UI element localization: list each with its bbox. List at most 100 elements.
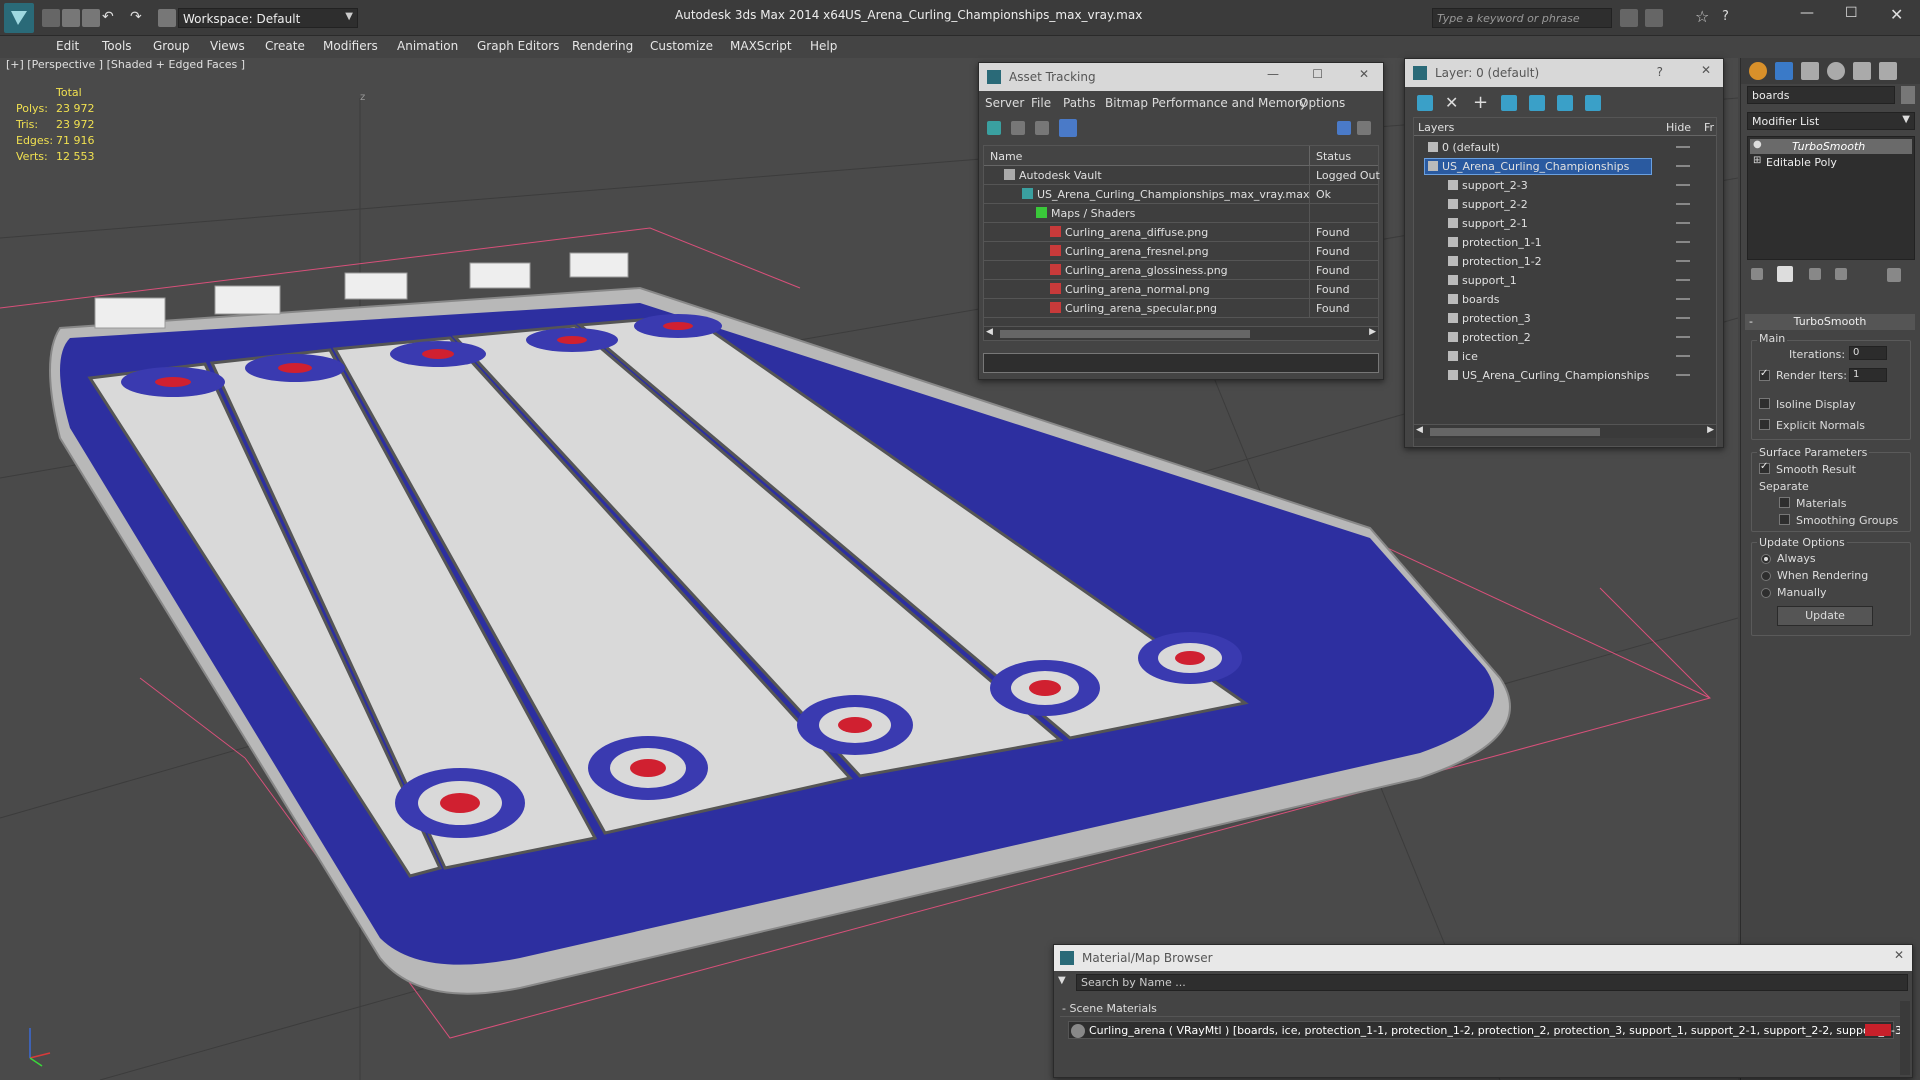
settings-icon[interactable]: [1357, 121, 1371, 135]
open-file-icon[interactable]: [62, 9, 80, 27]
layer-explorer-titlebar[interactable]: Layer: 0 (default) ? ✕: [1405, 59, 1723, 87]
menu-help[interactable]: Help: [810, 39, 837, 53]
when-rendering-radio[interactable]: [1761, 571, 1771, 581]
binoculars-icon[interactable]: [1620, 9, 1638, 27]
asset-row[interactable]: US_Arena_Curling_Championships_max_vray.…: [984, 185, 1378, 204]
layer-row[interactable]: US_Arena_Curling_Championships: [1414, 157, 1716, 176]
menu-modifiers[interactable]: Modifiers: [323, 39, 378, 53]
asset-row[interactable]: Curling_arena_glossiness.png Found: [984, 261, 1378, 280]
hide-toggle[interactable]: [1676, 165, 1690, 167]
asset-row[interactable]: Curling_arena_diffuse.png Found: [984, 223, 1378, 242]
scroll-left-icon[interactable]: ◀: [986, 327, 993, 337]
layer-row[interactable]: ice: [1414, 347, 1716, 366]
hide-toggle[interactable]: [1676, 146, 1690, 148]
menu-maxscript[interactable]: MAXScript: [730, 39, 792, 53]
column-layers-header[interactable]: Layers: [1418, 121, 1454, 134]
iterations-spinner[interactable]: 0: [1849, 346, 1887, 360]
menu-animation[interactable]: Animation: [397, 39, 458, 53]
menu-options[interactable]: Options: [1299, 96, 1345, 110]
list-view-icon[interactable]: [1011, 121, 1025, 135]
layer-row[interactable]: boards: [1414, 290, 1716, 309]
column-hide-header[interactable]: Hide: [1666, 121, 1691, 134]
maximize-icon[interactable]: ☐: [1845, 5, 1863, 23]
modifier-list-dropdown[interactable]: Modifier List ▼: [1747, 112, 1915, 130]
freeze-all-icon[interactable]: [1585, 95, 1601, 111]
menu-file[interactable]: File: [1031, 96, 1051, 110]
render-iters-checkbox[interactable]: [1759, 368, 1770, 381]
asset-tracking-titlebar[interactable]: Asset Tracking — ☐ ✕: [979, 63, 1383, 91]
redo-icon[interactable]: ↷: [130, 9, 148, 27]
hide-toggle[interactable]: [1676, 298, 1690, 300]
remove-modifier-icon[interactable]: [1835, 268, 1847, 280]
update-button[interactable]: Update: [1777, 606, 1873, 626]
smoothing-groups-checkbox[interactable]: [1779, 514, 1790, 525]
minimize-icon[interactable]: —: [1800, 5, 1818, 23]
turbosmooth-rollout-header[interactable]: - TurboSmooth: [1745, 314, 1915, 330]
help-icon[interactable]: ?: [1657, 65, 1663, 79]
hide-toggle[interactable]: [1676, 241, 1690, 243]
material-search-field[interactable]: Search by Name ...: [1076, 974, 1908, 991]
hide-toggle[interactable]: [1676, 184, 1690, 186]
asset-row[interactable]: Curling_arena_normal.png Found: [984, 280, 1378, 299]
hide-toggle[interactable]: [1676, 260, 1690, 262]
isoline-checkbox[interactable]: [1759, 398, 1770, 409]
hide-toggle[interactable]: [1676, 374, 1690, 376]
menu-tools[interactable]: Tools: [102, 39, 132, 53]
hide-toggle[interactable]: [1676, 203, 1690, 205]
scroll-thumb[interactable]: [1000, 330, 1250, 338]
stack-item-turbosmooth[interactable]: ● TurboSmooth: [1750, 139, 1912, 154]
vertical-scrollbar[interactable]: [1900, 1001, 1910, 1075]
refresh-icon[interactable]: [987, 121, 1001, 135]
layer-row[interactable]: US_Arena_Curling_Championships: [1414, 366, 1716, 385]
modify-tab-icon[interactable]: [1775, 62, 1793, 80]
horizontal-scrollbar[interactable]: ◀ ▶: [1414, 424, 1716, 438]
layer-row[interactable]: 0 (default): [1414, 138, 1716, 157]
object-name-field[interactable]: boards: [1747, 86, 1895, 104]
menu-graph-editors[interactable]: Graph Editors: [477, 39, 559, 53]
browser-options-icon[interactable]: ▼: [1058, 975, 1072, 989]
menu-customize[interactable]: Customize: [650, 39, 713, 53]
render-iters-spinner[interactable]: 1: [1849, 368, 1887, 382]
lightbulb-icon[interactable]: ●: [1753, 139, 1762, 150]
pin-stack-icon[interactable]: [1751, 268, 1763, 280]
star-icon[interactable]: ☆: [1695, 7, 1713, 26]
layer-row[interactable]: protection_3: [1414, 309, 1716, 328]
make-unique-icon[interactable]: [1809, 268, 1821, 280]
layer-row[interactable]: support_2-2: [1414, 195, 1716, 214]
layer-row[interactable]: protection_1-1: [1414, 233, 1716, 252]
hide-toggle[interactable]: [1676, 317, 1690, 319]
materials-checkbox[interactable]: [1779, 497, 1790, 508]
hide-toggle[interactable]: [1676, 355, 1690, 357]
hide-toggle[interactable]: [1676, 279, 1690, 281]
hide-toggle[interactable]: [1676, 336, 1690, 338]
display-tab-icon[interactable]: [1853, 62, 1871, 80]
scene-materials-section[interactable]: - Scene Materials: [1060, 1001, 1900, 1017]
smooth-result-checkbox[interactable]: [1759, 461, 1770, 474]
new-layer-icon[interactable]: [1417, 95, 1433, 111]
column-freeze-header[interactable]: Fr: [1704, 121, 1714, 134]
menu-server[interactable]: Server: [985, 96, 1024, 110]
show-end-result-icon[interactable]: [1777, 266, 1793, 282]
asset-row[interactable]: Curling_arena_fresnel.png Found: [984, 242, 1378, 261]
workspace-dropdown[interactable]: Workspace: Default ▼: [178, 8, 358, 28]
menu-views[interactable]: Views: [210, 39, 245, 53]
app-logo-icon[interactable]: [4, 3, 34, 33]
close-icon[interactable]: ✕: [1701, 63, 1711, 77]
explicit-normals-checkbox[interactable]: [1759, 419, 1770, 430]
stack-item-editable-poly[interactable]: ⊞ Editable Poly: [1750, 155, 1912, 170]
help-icon[interactable]: [1337, 121, 1351, 135]
hide-all-icon[interactable]: [1557, 95, 1573, 111]
create-tab-icon[interactable]: [1749, 62, 1767, 80]
add-to-layer-icon[interactable]: +: [1473, 92, 1491, 113]
menu-paths[interactable]: Paths: [1063, 96, 1096, 110]
object-color-swatch[interactable]: [1901, 86, 1915, 104]
hierarchy-tab-icon[interactable]: [1801, 62, 1819, 80]
layer-row[interactable]: support_2-3: [1414, 176, 1716, 195]
layer-row[interactable]: support_2-1: [1414, 214, 1716, 233]
select-objects-icon[interactable]: [1501, 95, 1517, 111]
project-folder-icon[interactable]: [158, 9, 176, 27]
column-divider[interactable]: [1309, 146, 1310, 166]
asset-row[interactable]: Curling_arena_specular.png Found: [984, 299, 1378, 318]
menu-edit[interactable]: Edit: [56, 39, 79, 53]
scroll-right-icon[interactable]: ▶: [1707, 425, 1714, 435]
